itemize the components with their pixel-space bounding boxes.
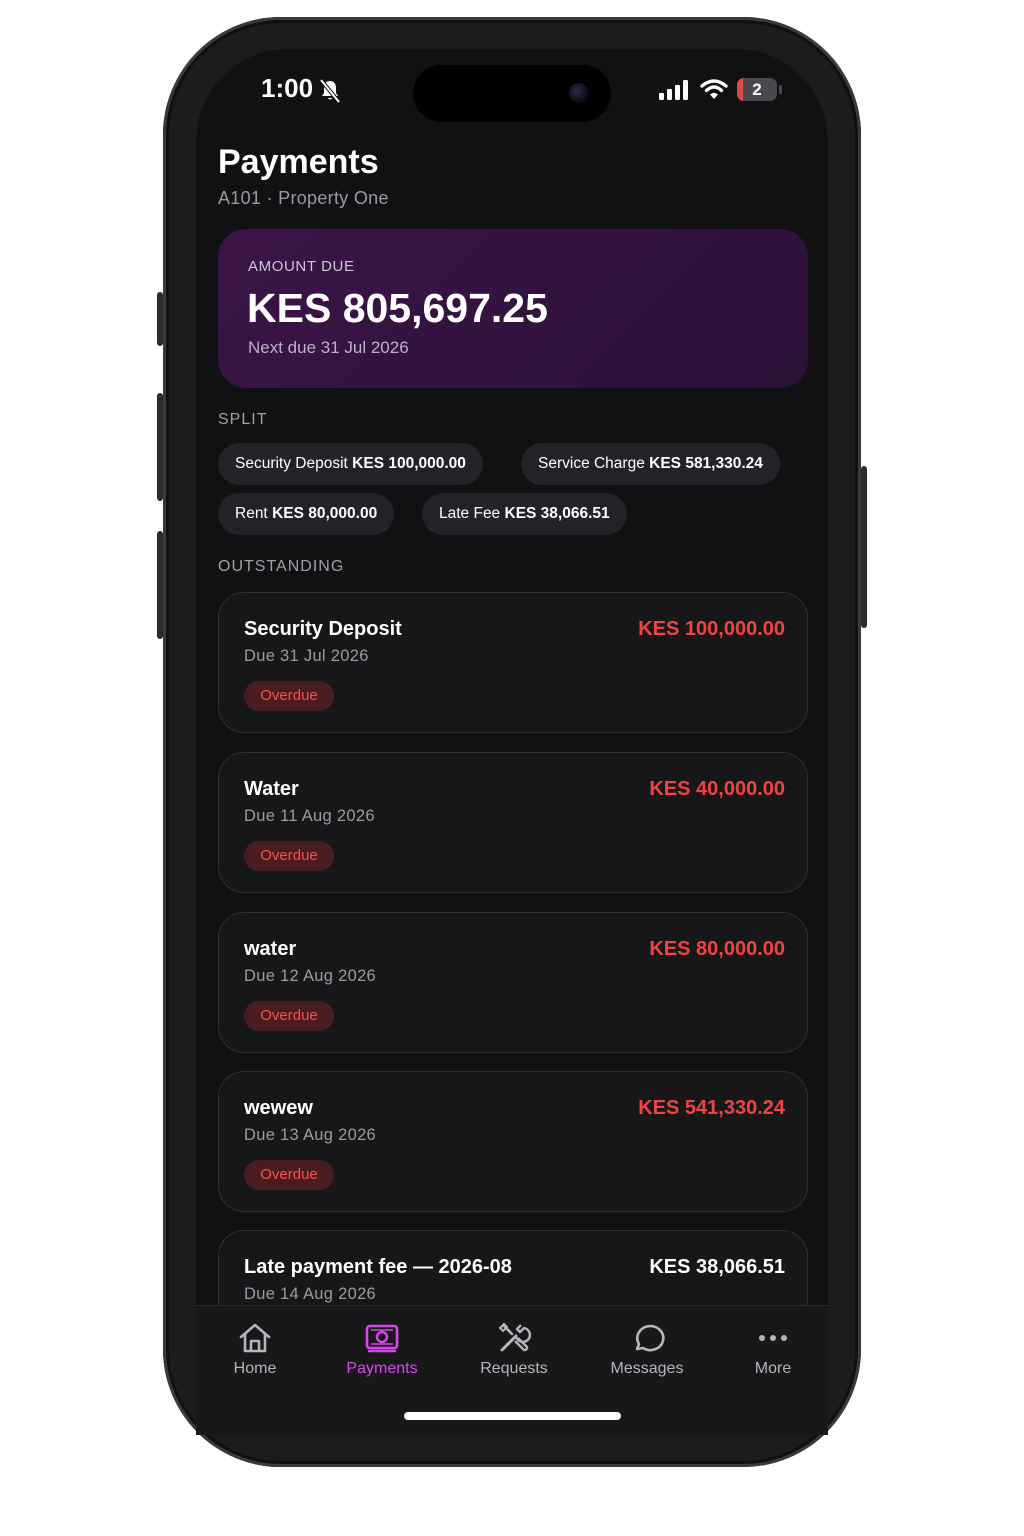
action-button xyxy=(157,292,163,346)
payments-icon xyxy=(365,1324,399,1353)
wifi-icon xyxy=(700,79,728,99)
volume-down-button xyxy=(157,531,163,639)
chip-amount: KES 80,000.00 xyxy=(272,505,378,522)
page-subtitle: A101 · Property One xyxy=(218,188,389,208)
tab-home[interactable]: Home xyxy=(200,1306,310,1396)
tab-payments[interactable]: Payments xyxy=(327,1306,437,1396)
payment-card-water-2[interactable]: water Due 12 Aug 2026 KES 80,000.00 Over… xyxy=(218,912,808,1053)
chat-icon xyxy=(635,1324,665,1352)
chip-label: Security Deposit xyxy=(235,455,348,472)
more-icon xyxy=(759,1335,787,1341)
chip-label: Rent xyxy=(235,505,268,522)
page-title: Payments xyxy=(218,143,379,181)
payment-amount: KES 40,000.00 xyxy=(649,778,785,800)
chip-label: Service Charge xyxy=(538,455,645,472)
split-chip-rent[interactable]: Rent KES 80,000.00 xyxy=(218,493,395,535)
payment-title: Late payment fee — 2026-08 xyxy=(244,1256,512,1278)
amount-due-label: AMOUNT DUE xyxy=(248,258,355,275)
payment-title: Water xyxy=(244,778,299,800)
battery-level: 2 xyxy=(752,80,762,99)
dynamic-island xyxy=(413,65,611,122)
payment-title: Security Deposit xyxy=(244,618,402,640)
cellular-signal-icon xyxy=(659,80,688,100)
tab-requests[interactable]: Requests xyxy=(459,1306,569,1396)
tab-label: Requests xyxy=(480,1360,548,1377)
payment-due-date: Due 14 Aug 2026 xyxy=(244,1285,377,1303)
overdue-badge: Overdue xyxy=(244,1160,334,1190)
payment-amount: KES 80,000.00 xyxy=(649,938,785,960)
status-time: 1:00 xyxy=(261,73,314,103)
tab-label: Payments xyxy=(346,1360,418,1377)
chip-label: Late Fee xyxy=(439,505,501,522)
tab-label: Messages xyxy=(610,1360,684,1377)
payment-card-water[interactable]: Water Due 11 Aug 2026 KES 40,000.00 Over… xyxy=(218,752,808,893)
camera-icon xyxy=(569,83,589,103)
payment-title: wewew xyxy=(244,1097,313,1119)
overdue-badge: Overdue xyxy=(244,1001,334,1031)
power-button xyxy=(861,466,867,628)
amount-due-value: KES 805,697.25 xyxy=(247,285,548,331)
split-chip-late-fee[interactable]: Late Fee KES 38,066.51 xyxy=(422,493,627,535)
tab-more[interactable]: More xyxy=(718,1306,828,1396)
amount-due-card: AMOUNT DUE KES 805,697.25 Next due 31 Ju… xyxy=(218,229,808,388)
tools-icon xyxy=(498,1322,532,1352)
payment-card-wewew[interactable]: wewew Due 13 Aug 2026 KES 541,330.24 Ove… xyxy=(218,1071,808,1212)
split-section-label: SPLIT xyxy=(218,411,268,428)
chip-amount: KES 581,330.24 xyxy=(649,455,763,472)
home-icon xyxy=(239,1323,271,1353)
next-due-date: Next due 31 Jul 2026 xyxy=(248,338,409,357)
payment-due-date: Due 12 Aug 2026 xyxy=(244,967,377,985)
outstanding-section-label: OUTSTANDING xyxy=(218,558,345,575)
volume-up-button xyxy=(157,393,163,501)
payment-due-date: Due 11 Aug 2026 xyxy=(244,807,375,825)
battery-tip xyxy=(779,85,782,94)
payment-card-security-deposit[interactable]: Security Deposit Due 31 Jul 2026 KES 100… xyxy=(218,592,808,733)
split-chip-service-charge[interactable]: Service Charge KES 581,330.24 xyxy=(521,443,780,485)
battery-indicator: 2 xyxy=(737,78,783,101)
split-chip-security-deposit[interactable]: Security Deposit KES 100,000.00 xyxy=(218,443,483,485)
battery-fill xyxy=(737,78,743,101)
tab-label: Home xyxy=(233,1360,277,1377)
bell-slash-icon xyxy=(319,78,341,104)
home-indicator xyxy=(404,1412,621,1420)
battery-body: 2 xyxy=(737,78,777,101)
overdue-badge: Overdue xyxy=(244,681,334,711)
payment-amount: KES 541,330.24 xyxy=(638,1097,785,1119)
tab-label: More xyxy=(754,1360,792,1377)
payment-amount: KES 38,066.51 xyxy=(649,1256,785,1278)
payment-due-date: Due 31 Jul 2026 xyxy=(244,647,369,665)
payment-amount: KES 100,000.00 xyxy=(638,618,785,640)
payment-due-date: Due 13 Aug 2026 xyxy=(244,1126,377,1144)
tab-messages[interactable]: Messages xyxy=(592,1306,702,1396)
payment-title: water xyxy=(244,938,297,960)
overdue-badge: Overdue xyxy=(244,841,334,871)
chip-amount: KES 38,066.51 xyxy=(504,505,610,522)
chip-amount: KES 100,000.00 xyxy=(352,455,466,472)
